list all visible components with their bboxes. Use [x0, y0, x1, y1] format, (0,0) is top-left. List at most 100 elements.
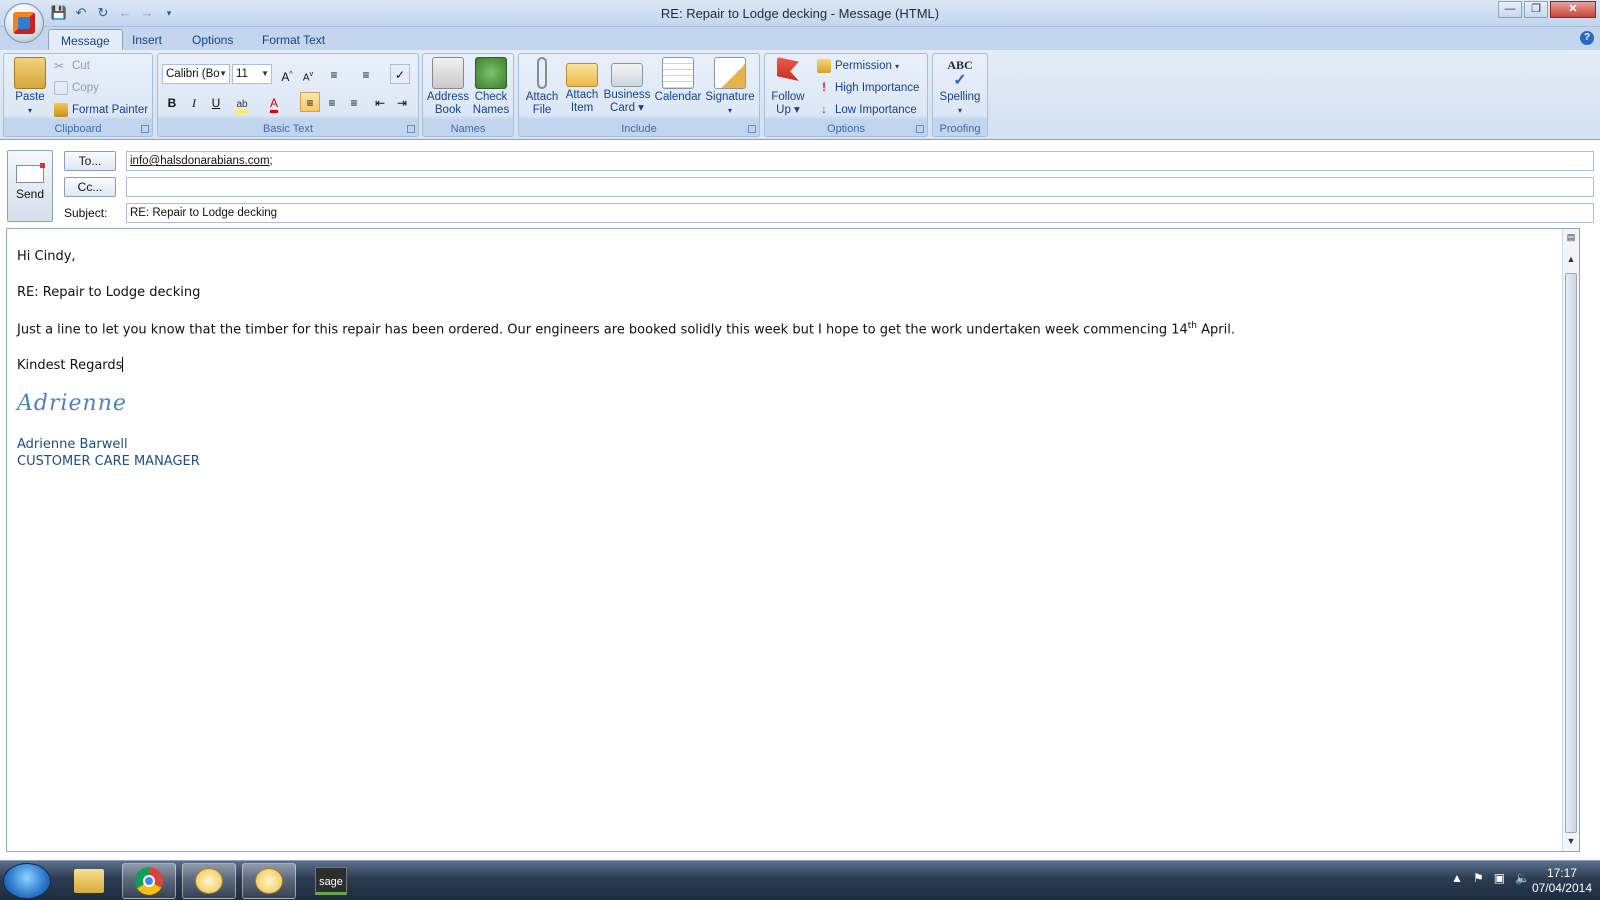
high-importance-button[interactable]: ! High Importance	[817, 78, 919, 98]
paste-icon	[14, 57, 46, 89]
closing-text: Kindest Regards	[17, 357, 124, 373]
sage-taskbar-icon[interactable]: sage	[304, 863, 358, 899]
window-title: RE: Repair to Lodge decking - Message (H…	[660, 6, 940, 21]
clipboard-label: Clipboard	[54, 123, 102, 135]
send-button[interactable]: Send	[7, 150, 53, 222]
vertical-scrollbar[interactable]: ▤ ▲ ▼	[1562, 229, 1579, 851]
scroll-thumb[interactable]	[1565, 273, 1577, 833]
attach-file-button[interactable]: Attach File	[521, 57, 563, 117]
bullets-button[interactable]: ≡	[324, 64, 344, 84]
attach-item-button[interactable]: Attach Item	[563, 57, 601, 115]
scroll-up-icon[interactable]: ▲	[1563, 251, 1579, 267]
chevron-down-icon: ▼	[219, 69, 227, 78]
clipboard-launcher-icon[interactable]	[141, 125, 149, 133]
outlook-message-taskbar-icon[interactable]	[242, 863, 296, 899]
font-size-select[interactable]: 11 ▼	[232, 64, 272, 84]
body-paragraph: Just a line to let you know that the tim…	[17, 321, 1235, 338]
window-controls: — ❐ ✕	[1498, 1, 1596, 18]
outlook-taskbar-icon[interactable]	[182, 863, 236, 899]
font-color-icon[interactable]: A	[264, 92, 284, 113]
cc-button[interactable]: Cc...	[64, 177, 116, 197]
cut-button[interactable]: ✂ Cut	[54, 56, 90, 76]
align-right-button[interactable]: ≡	[344, 92, 364, 112]
tab-options[interactable]: Options	[180, 29, 245, 51]
grow-font-button[interactable]: A^	[277, 64, 297, 84]
options-group: Follow Up ▾ Permission ▾ ! High Importance…	[764, 53, 928, 137]
tab-format-text[interactable]: Format Text	[250, 29, 337, 51]
re-line-text: RE: Repair to Lodge decking	[17, 285, 201, 300]
recipient-address[interactable]: info@halsdonarabians.com	[130, 155, 270, 167]
styles-button[interactable]: ✓	[390, 64, 410, 84]
copy-icon	[54, 80, 68, 95]
bold-button[interactable]: B	[162, 92, 182, 112]
close-button[interactable]: ✕	[1550, 1, 1596, 18]
include-label: Include	[621, 123, 657, 135]
highlight-icon[interactable]: ab	[232, 92, 252, 113]
tray-expand-icon[interactable]: ▲	[1451, 871, 1463, 885]
volume-icon[interactable]: 🔈	[1515, 871, 1530, 885]
chevron-down-icon: ▼	[261, 69, 269, 78]
include-group: Attach File Attach Item Business Card ▾ Cal…	[518, 53, 760, 137]
title-bar: 💾 ↶ ↻ ← → ▾ RE: Repair to Lodge decking …	[0, 0, 1600, 27]
signature-icon	[714, 57, 746, 89]
permission-button[interactable]: Permission ▾	[817, 56, 899, 76]
chrome-taskbar-icon[interactable]	[122, 863, 176, 899]
help-icon[interactable]: ?	[1580, 31, 1594, 45]
clock[interactable]: 17:17 07/04/2014	[1532, 866, 1592, 896]
tab-message[interactable]: Message	[48, 29, 123, 51]
options-launcher-icon[interactable]	[916, 125, 924, 133]
to-field[interactable]: info@halsdonarabians.com;	[126, 151, 1594, 171]
ruler-toggle-icon[interactable]: ▤	[1563, 229, 1579, 245]
follow-up-button[interactable]: Follow Up ▾	[767, 57, 809, 117]
office-button[interactable]	[4, 3, 44, 43]
calendar-icon	[662, 57, 694, 89]
action-center-flag-icon[interactable]: ⚑	[1473, 871, 1484, 885]
align-left-button[interactable]: ≡	[300, 92, 320, 112]
tab-insert[interactable]: Insert	[120, 29, 174, 51]
options-label: Options	[827, 123, 865, 135]
names-group: Address Book Check Names Names	[422, 53, 514, 137]
to-button[interactable]: To...	[64, 151, 116, 171]
check-names-button[interactable]: Check Names	[469, 57, 513, 117]
down-arrow-icon: ↓	[821, 103, 827, 116]
permission-icon	[817, 58, 831, 73]
format-painter-button[interactable]: Format Painter	[54, 100, 148, 120]
text-cursor	[122, 357, 124, 372]
increase-indent-button[interactable]: ⇥	[392, 92, 412, 112]
minimize-button[interactable]: —	[1498, 1, 1522, 18]
paperclip-icon	[537, 57, 547, 89]
taskbar: sage ▲ ⚑ ▣ 🔈 17:17 07/04/2014	[0, 860, 1600, 900]
proofing-group: ABC ✓ Spelling ▾ Proofing	[932, 53, 988, 137]
align-center-button[interactable]: ≡	[322, 92, 342, 112]
low-importance-button[interactable]: ↓ Low Importance	[817, 100, 917, 120]
signature-button[interactable]: Signature ▾	[703, 57, 757, 117]
cc-field[interactable]	[126, 177, 1594, 197]
copy-button[interactable]: Copy	[54, 78, 99, 98]
basic-text-launcher-icon[interactable]	[407, 125, 415, 133]
underline-button[interactable]: U	[206, 92, 226, 112]
network-icon[interactable]: ▣	[1494, 871, 1505, 885]
scroll-down-icon[interactable]: ▼	[1563, 833, 1579, 849]
restore-button[interactable]: ❐	[1524, 1, 1548, 18]
explorer-taskbar-icon[interactable]	[62, 863, 116, 899]
system-tray: ▲ ⚑ ▣ 🔈	[1451, 871, 1530, 885]
spelling-button[interactable]: ABC ✓ Spelling ▾	[935, 57, 985, 117]
scissors-icon: ✂	[54, 58, 65, 73]
spelling-icon: ABC ✓	[947, 58, 973, 89]
message-body[interactable]: Hi Cindy, RE: Repair to Lodge decking Ju…	[6, 228, 1580, 852]
font-name-select[interactable]: Calibri (Bo ▼	[162, 64, 230, 84]
greeting-text: Hi Cindy,	[17, 249, 76, 264]
italic-button[interactable]: I	[184, 92, 204, 112]
include-launcher-icon[interactable]	[748, 125, 756, 133]
decrease-indent-button[interactable]: ⇤	[370, 92, 390, 112]
numbering-button[interactable]: ≡	[356, 64, 376, 84]
start-button[interactable]	[3, 863, 51, 899]
basic-text-label: Basic Text	[263, 123, 313, 135]
subject-field[interactable]: RE: Repair to Lodge decking	[126, 203, 1594, 223]
business-card-button[interactable]: Business Card ▾	[603, 57, 651, 115]
paste-button[interactable]: Paste ▾	[10, 57, 50, 117]
calendar-button[interactable]: Calendar	[653, 57, 703, 104]
clock-date: 07/04/2014	[1531, 881, 1592, 895]
address-book-button[interactable]: Address Book	[425, 57, 471, 117]
shrink-font-button[interactable]: Av	[298, 64, 318, 84]
